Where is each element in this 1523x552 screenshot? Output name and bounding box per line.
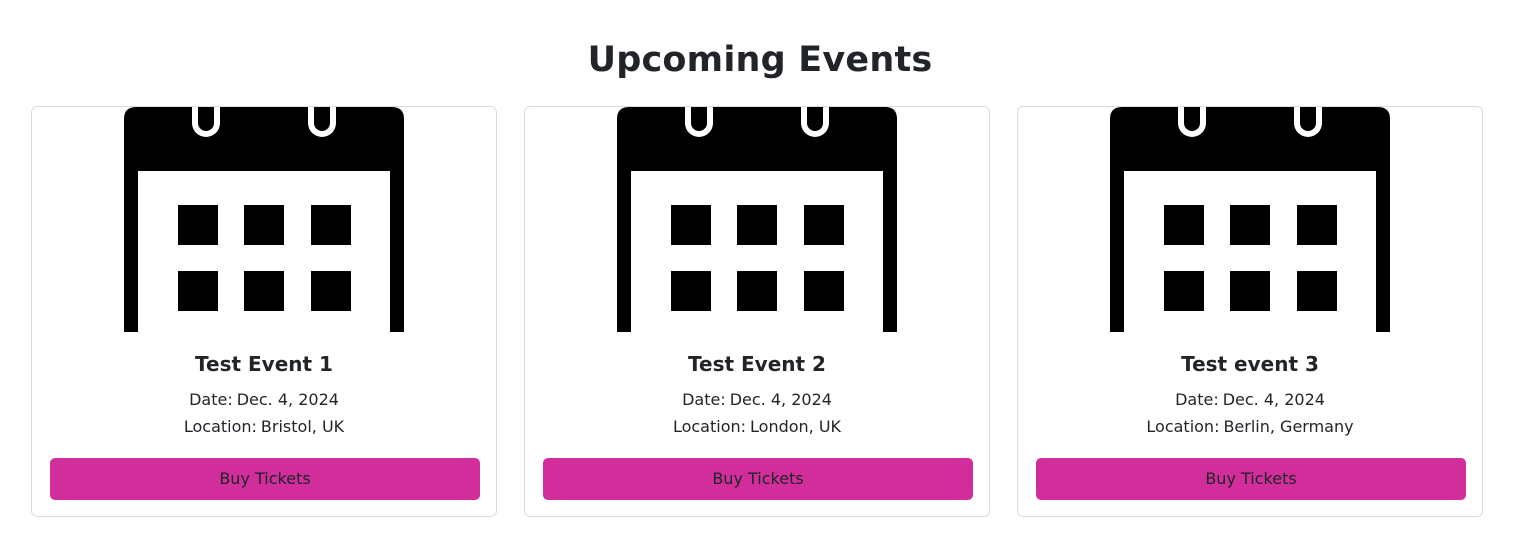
event-location-label: Location: [672, 417, 747, 436]
event-date-value: Dec. 4, 2024 [1222, 390, 1325, 409]
event-date: Date: Dec. 4, 2024 [1018, 389, 1482, 411]
event-location-label: Location: [183, 417, 257, 436]
calendar-icon [617, 107, 897, 332]
event-card-list: Test Event 1 Date: Dec. 4, 2024 Location:… [31, 106, 1489, 517]
calendar-icon [124, 107, 404, 332]
event-title: Test event 3 [1181, 352, 1319, 376]
event-location: Location: London, UK [525, 416, 989, 438]
event-card: Test Event 2 Date: Dec. 4, 2024 Location:… [524, 106, 990, 517]
event-date: Date: Dec. 4, 2024 [32, 389, 496, 411]
event-location-label: Location: [1146, 417, 1220, 436]
event-date: Date: Dec. 4, 2024 [525, 389, 989, 411]
buy-tickets-button[interactable]: Buy Tickets [50, 458, 480, 500]
event-location-value: London, UK [750, 417, 842, 436]
event-location: Location: Bristol, UK [32, 416, 496, 438]
event-date-label: Date: [1175, 390, 1219, 409]
event-date-label: Date: [189, 390, 233, 409]
buy-tickets-button[interactable]: Buy Tickets [1036, 458, 1466, 500]
page-title: Upcoming Events [587, 40, 933, 80]
calendar-icon [1110, 107, 1390, 332]
event-title: Test Event 2 [688, 352, 826, 376]
buy-tickets-button[interactable]: Buy Tickets [543, 458, 973, 500]
event-date-value: Dec. 4, 2024 [729, 390, 832, 409]
event-location-value: Bristol, UK [260, 417, 345, 436]
event-date-label: Date: [682, 390, 726, 409]
event-date-value: Dec. 4, 2024 [236, 390, 339, 409]
event-location-value: Berlin, Germany [1223, 417, 1354, 436]
event-card: Test event 3 Date: Dec. 4, 2024 Location:… [1017, 106, 1483, 517]
event-location: Location: Berlin, Germany [1018, 416, 1482, 438]
event-card: Test Event 1 Date: Dec. 4, 2024 Location:… [31, 106, 497, 517]
event-title: Test Event 1 [195, 352, 333, 376]
